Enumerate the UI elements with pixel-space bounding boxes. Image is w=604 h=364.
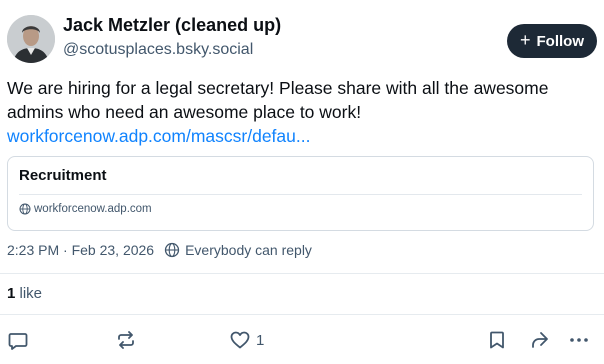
reply-settings-label: Everybody can reply [185, 242, 312, 258]
repost-button[interactable] [115, 328, 137, 352]
follow-button-label: Follow [536, 32, 585, 50]
card-domain-row: workforcenow.adp.com [19, 203, 152, 215]
timestamp[interactable]: 2:23 PM · Feb 23, 2026 [7, 242, 154, 258]
reply-button[interactable] [7, 328, 29, 352]
card-divider [19, 194, 582, 195]
reply-icon [8, 333, 28, 350]
bookmark-icon [490, 331, 504, 349]
follow-button[interactable]: + Follow [507, 24, 597, 58]
card-domain: workforcenow.adp.com [34, 203, 152, 215]
reply-settings[interactable]: Everybody can reply [164, 242, 312, 258]
avatar-image [7, 15, 55, 63]
author-handle[interactable]: @scotusplaces.bsky.social [63, 41, 253, 59]
likes-count: 1 [7, 285, 16, 302]
share-icon [532, 332, 548, 348]
link-preview-card[interactable]: Recruitment workforcenow.adp.com [7, 156, 594, 231]
like-button[interactable]: 1 [229, 328, 264, 352]
globe-icon [164, 242, 180, 258]
bookmark-button[interactable] [486, 328, 508, 352]
post-text: We are hiring for a legal secretary! Ple… [7, 78, 549, 122]
post-meta: 2:23 PM · Feb 23, 2026 Everybody can rep… [7, 242, 312, 258]
card-title: Recruitment [19, 167, 107, 184]
like-count: 1 [256, 331, 265, 349]
share-button[interactable] [528, 328, 550, 352]
repost-icon [118, 331, 134, 349]
heart-icon [230, 331, 250, 349]
more-icon [570, 338, 588, 342]
avatar[interactable] [7, 15, 55, 63]
globe-icon [19, 203, 31, 215]
divider [0, 314, 604, 315]
likes-stat[interactable]: 1 like [7, 285, 42, 302]
post-link[interactable]: workforcenow.adp.com/mascsr/defau... [7, 126, 310, 146]
likes-label: like [19, 285, 43, 302]
post-text-block: We are hiring for a legal secretary! Ple… [7, 76, 597, 148]
post: Jack Metzler (cleaned up) @scotusplaces.… [0, 0, 604, 364]
plus-icon: + [519, 30, 531, 50]
divider [0, 273, 604, 274]
more-button[interactable] [568, 328, 590, 352]
author-display-name[interactable]: Jack Metzler (cleaned up) [63, 15, 281, 36]
